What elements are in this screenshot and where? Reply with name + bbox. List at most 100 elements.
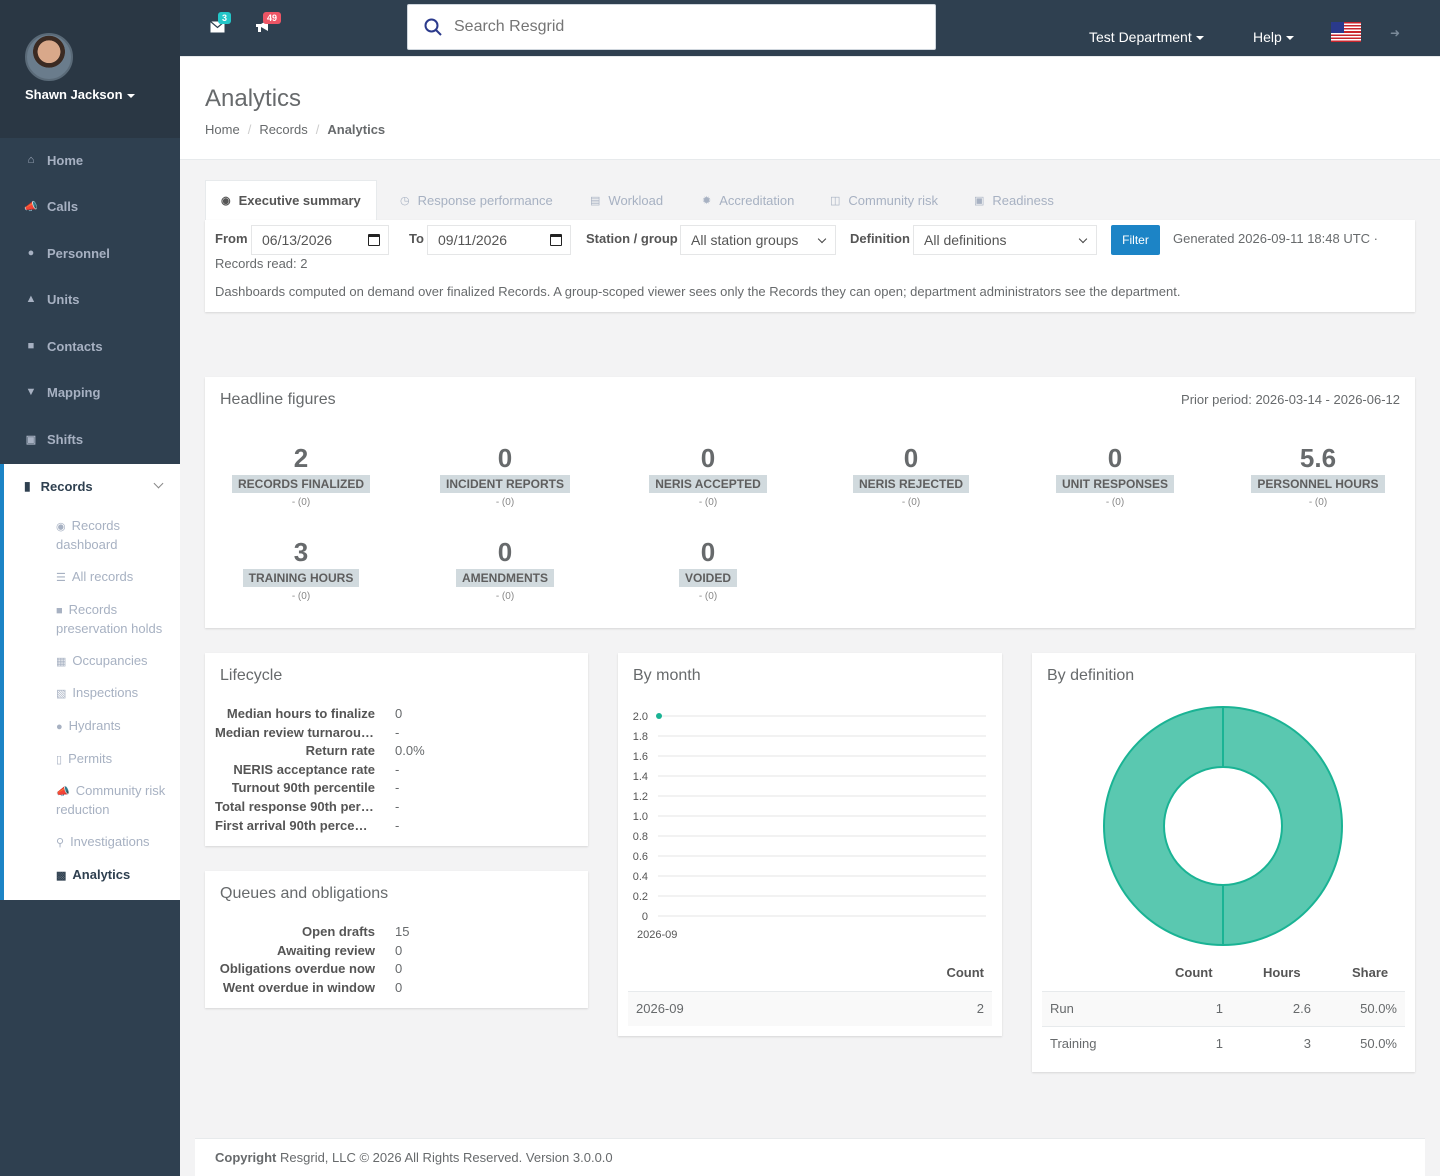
sidebar-item-shifts[interactable]: ▣ Shifts	[0, 419, 180, 459]
sidebar-item-records[interactable]: ▮ Records	[4, 464, 180, 508]
chevron-down-icon	[1078, 234, 1088, 244]
definition-name-cell: Training	[1050, 1036, 1097, 1051]
subnav-label: Hydrants	[68, 718, 121, 733]
subnav-analytics[interactable]: ▩ Analytics	[56, 866, 180, 885]
kv-key: First arrival 90th percentile	[215, 817, 375, 833]
tab-accreditation[interactable]: ✹ Accreditation	[702, 180, 794, 220]
breadcrumb-home[interactable]: Home	[205, 122, 240, 137]
filter-button[interactable]: Filter	[1111, 225, 1160, 255]
tab-label: Response performance	[417, 192, 553, 208]
stat-training-hours: 3 TRAINING HOURS - (0)	[201, 537, 401, 602]
subnav-all-records[interactable]: ☰ All records	[56, 568, 180, 587]
table-row: 2026-09 2	[628, 991, 992, 1026]
stat-label: INCIDENT REPORTS	[439, 475, 570, 493]
definition-select[interactable]: All definitions	[913, 225, 1097, 255]
headline-title: Headline figures	[220, 391, 336, 408]
tab-executive-summary[interactable]: ◉ Executive summary	[205, 180, 377, 220]
bullhorn-icon: 📣	[56, 786, 70, 798]
queues-title: Queues and obligations	[220, 885, 389, 902]
tab-label: Executive summary	[238, 193, 361, 208]
sidebar-item-units[interactable]: ▲ Units	[0, 279, 180, 319]
avatar[interactable]	[25, 33, 73, 81]
to-date-input[interactable]: 09/11/2026	[427, 225, 571, 255]
stat-label: NERIS ACCEPTED	[649, 475, 767, 493]
subnav-label: Community risk reduction	[56, 783, 166, 817]
y-tick-label: 0.6	[633, 851, 648, 863]
by-definition-donut-chart	[1103, 705, 1343, 947]
count-cell: 1	[1215, 1001, 1223, 1016]
sidebar-item-home[interactable]: ⌂ Home	[0, 140, 180, 180]
briefcase-icon: ▣	[25, 433, 37, 446]
kv-key: Turnout 90th percentile	[231, 780, 376, 796]
sidebar-item-mapping[interactable]: ▼ Mapping	[0, 372, 180, 412]
subnav-permits[interactable]: ▯ Permits	[56, 750, 180, 769]
y-tick-label: 1.0	[633, 811, 648, 823]
stat-personnel-hours: 5.6 PERSONNEL HOURS - (0)	[1218, 443, 1418, 508]
top-navbar: 3 49 Test Department Help ➜	[180, 0, 1440, 56]
kv-value: 0	[395, 706, 403, 721]
data-point[interactable]	[656, 713, 662, 719]
tab-workload[interactable]: ▤ Workload	[590, 180, 663, 220]
tab-response-performance[interactable]: ◷ Response performance	[400, 180, 553, 220]
kv-value: -	[395, 761, 400, 777]
to-label: To	[409, 231, 424, 246]
map-marker-icon: ▼	[25, 386, 37, 398]
from-date-input[interactable]: 06/13/2026	[251, 225, 389, 255]
lifecycle-panel: Lifecycle Median hours to finalize 0 Media…	[205, 653, 588, 846]
subnav-inspections[interactable]: ▧ Inspections	[56, 684, 180, 703]
subnav-label: Permits	[68, 751, 113, 766]
donut-slice-run[interactable]	[1222, 705, 1343, 947]
breadcrumb-records[interactable]: Records	[259, 122, 307, 137]
logout-icon[interactable]: ➜	[1390, 26, 1400, 40]
by-month-table: Count 2026-09 2	[628, 959, 992, 1027]
calendar-icon[interactable]	[550, 234, 562, 246]
kv-key: Median review turnaround	[215, 724, 375, 740]
stat-incident-reports: 0 INCIDENT REPORTS - (0)	[405, 443, 605, 508]
stat-value: 5.6	[1299, 443, 1337, 473]
sidebar-item-personnel[interactable]: ● Personnel	[0, 233, 180, 273]
subnav-preservation-holds[interactable]: ■ Records preservation holds	[56, 601, 180, 638]
stat-label: AMENDMENTS	[456, 569, 554, 587]
table-row: Run 1 2.6 50.0%	[1042, 991, 1405, 1026]
kv-key: Return rate	[305, 743, 375, 759]
station-group-select[interactable]: All station groups	[680, 225, 836, 255]
stat-prior: - (0)	[698, 497, 718, 508]
donut-slice-training[interactable]	[1103, 705, 1224, 947]
tab-label: Workload	[608, 192, 664, 208]
sidebar-item-label: Contacts	[47, 338, 103, 354]
kv-value: -	[395, 799, 400, 814]
shield-icon: ◫	[830, 194, 841, 207]
sidebar-item-calls[interactable]: 📣 Calls	[0, 186, 180, 226]
truck-icon: ▲	[25, 293, 37, 305]
stat-prior: - (0)	[1105, 497, 1125, 508]
bar-chart-icon: ▩	[56, 870, 67, 882]
language-flag-icon[interactable]	[1331, 22, 1361, 42]
subnav-hydrants[interactable]: ● Hydrants	[56, 717, 180, 736]
department-menu[interactable]: Test Department	[1089, 29, 1204, 45]
tab-label: Community risk	[848, 192, 938, 208]
search-icon: ⚲	[56, 837, 65, 849]
by-month-panel: By month 0 0.2 0.4 0.6 0.8 1.0 1.2 1.4 1.6 1.8 2.0…	[618, 653, 1002, 1036]
messages-button[interactable]: 3	[210, 12, 232, 36]
stat-amendments: 0 AMENDMENTS - (0)	[405, 537, 605, 602]
kv-key: Open drafts	[302, 924, 375, 939]
subnav-occupancies[interactable]: ▦ Occupancies	[56, 652, 180, 671]
search-input[interactable]	[454, 18, 894, 36]
sidebar-item-contacts[interactable]: ■ Contacts	[0, 326, 180, 366]
kv-key: Total response 90th percentile	[215, 799, 375, 814]
kv-value: 0	[395, 942, 403, 958]
subnav-investigations[interactable]: ⚲ Investigations	[56, 833, 180, 852]
tab-community-risk[interactable]: ◫ Community risk	[830, 180, 938, 220]
profile-menu[interactable]: Shawn Jackson	[25, 87, 135, 102]
tab-readiness[interactable]: ▣ Readiness	[974, 180, 1054, 220]
stat-prior: - (0)	[901, 497, 921, 508]
calendar-icon[interactable]	[368, 234, 380, 246]
subnav-community-risk-reduction[interactable]: 📣 Community risk reduction	[56, 782, 180, 819]
sidebar-item-label: Units	[47, 291, 80, 307]
help-menu[interactable]: Help	[1253, 29, 1294, 45]
count-cell: 1	[1215, 1036, 1223, 1051]
hours-cell: 2.6	[1292, 1001, 1311, 1016]
notifications-button[interactable]: 49	[255, 12, 282, 36]
subnav-records-dashboard[interactable]: ◉ Records dashboard	[56, 517, 180, 554]
headline-figures-panel: Headline figures Prior period: 2026-03-1…	[205, 377, 1415, 628]
